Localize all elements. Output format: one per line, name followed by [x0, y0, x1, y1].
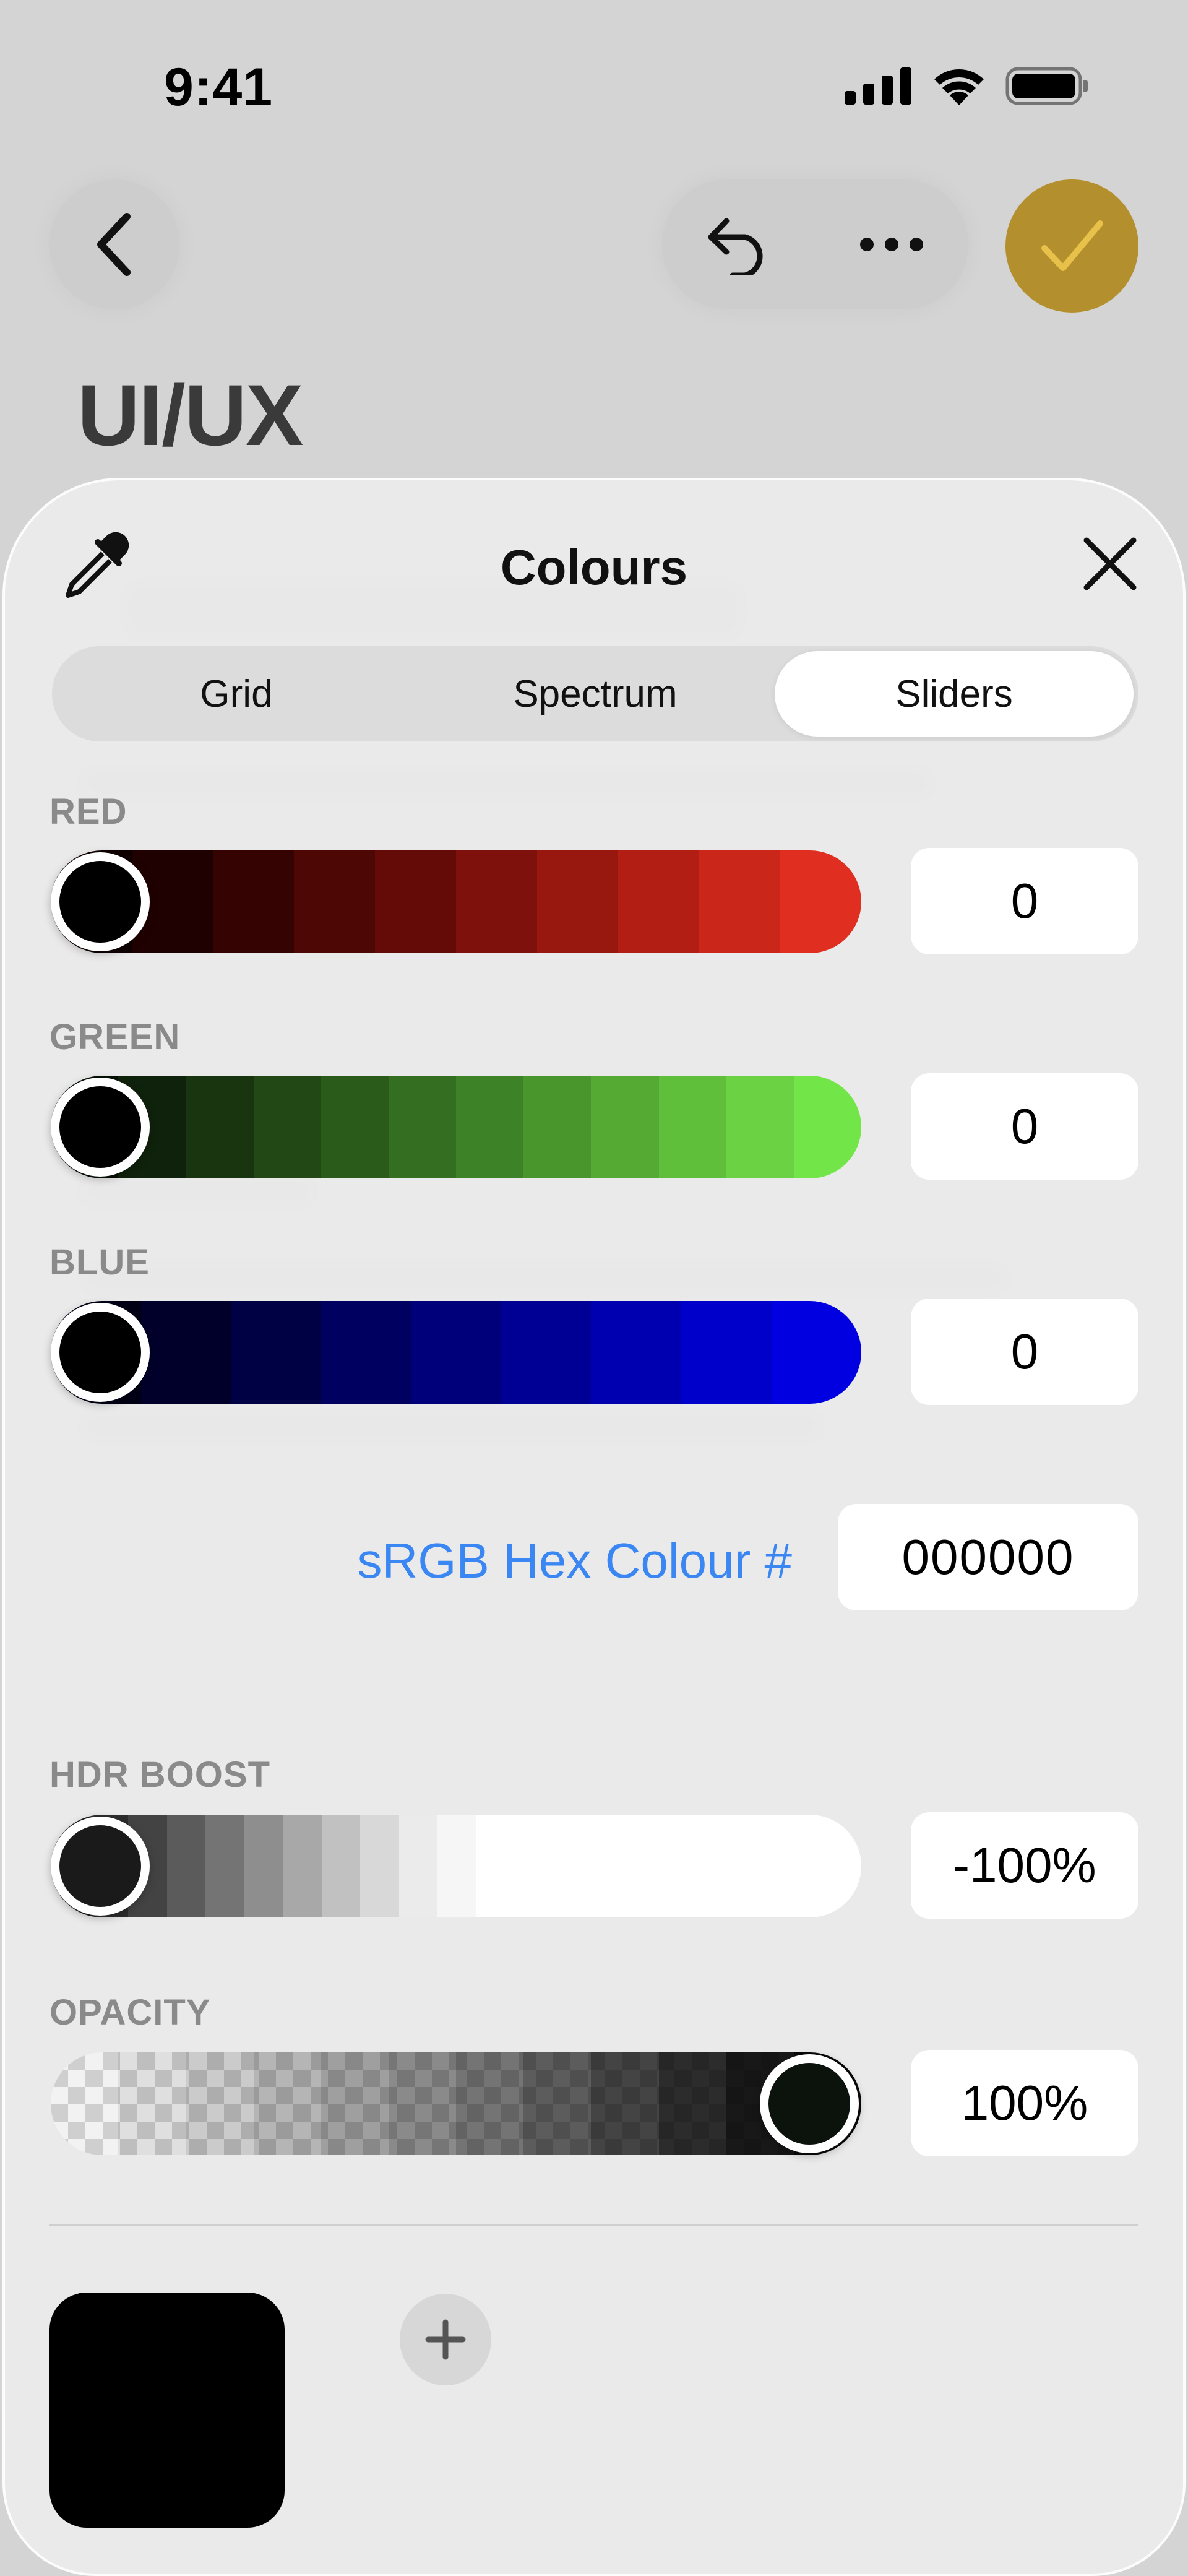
- slider-step: [321, 2052, 389, 2155]
- slider-step: [501, 1301, 592, 1404]
- blue-value-field[interactable]: 0: [911, 1299, 1138, 1405]
- opacity-slider-track: [51, 2052, 861, 2155]
- undo-button[interactable]: [683, 189, 794, 300]
- slider-step: [244, 1815, 283, 1917]
- green-slider[interactable]: [51, 1076, 861, 1178]
- hdr-boost-slider-thumb[interactable]: [51, 1817, 150, 1916]
- more-button[interactable]: [836, 189, 947, 300]
- slider-step: [523, 2052, 592, 2155]
- opacity-slider[interactable]: [51, 2052, 861, 2155]
- hex-value-field[interactable]: 000000: [838, 1504, 1138, 1610]
- slider-step: [658, 1076, 726, 1178]
- chevron-left-icon: [97, 213, 131, 276]
- slider-step: [591, 2052, 659, 2155]
- back-button[interactable]: [50, 179, 179, 309]
- slider-step: [437, 1815, 476, 1917]
- sheet-divider: [50, 2224, 1138, 2226]
- slider-step: [388, 1076, 457, 1178]
- red-label: RED: [50, 792, 127, 832]
- slider-step: [140, 1301, 231, 1404]
- slider-step: [476, 1815, 515, 1917]
- slider-step: [411, 1301, 501, 1404]
- status-bar: 9:41: [0, 0, 1188, 161]
- slider-step: [294, 850, 375, 953]
- slider-step: [118, 2052, 186, 2155]
- slider-step: [793, 1076, 861, 1178]
- slider-step: [681, 1301, 772, 1404]
- slider-step: [771, 1301, 861, 1404]
- green-value-field[interactable]: 0: [911, 1073, 1138, 1180]
- nav-actions: [662, 179, 968, 309]
- slider-step: [321, 1815, 360, 1917]
- slider-step: [51, 2052, 118, 2155]
- current-colour-swatch[interactable]: [50, 2293, 285, 2528]
- undo-icon: [708, 218, 763, 275]
- sheet-title: Colours: [500, 540, 688, 595]
- sheet-header: Colours: [5, 480, 1183, 629]
- cellular-signal-icon: [845, 67, 911, 105]
- slider-step: [253, 1076, 321, 1178]
- slider-step: [591, 1076, 659, 1178]
- green-label: GREEN: [50, 1017, 181, 1057]
- red-slider-track: [51, 850, 861, 953]
- green-slider-thumb[interactable]: [51, 1078, 150, 1177]
- red-slider-thumb[interactable]: [51, 852, 150, 951]
- plus-icon: [425, 2319, 466, 2360]
- slider-step: [253, 2052, 321, 2155]
- slider-step: [375, 850, 456, 953]
- hdr-boost-label: HDR BOOST: [50, 1755, 270, 1795]
- slider-step: [456, 850, 537, 953]
- opacity-value-field[interactable]: 100%: [911, 2050, 1138, 2156]
- slider-step: [186, 2052, 254, 2155]
- slider-step: [658, 2052, 726, 2155]
- close-icon[interactable]: [1079, 533, 1141, 595]
- slider-step: [283, 1815, 322, 1917]
- slider-step: [591, 1301, 681, 1404]
- battery-icon: [1005, 67, 1088, 105]
- slider-step: [360, 1815, 399, 1917]
- page-title: UI/UX: [77, 366, 303, 464]
- done-button[interactable]: [1005, 179, 1138, 313]
- opacity-slider-thumb[interactable]: [760, 2054, 859, 2153]
- wifi-icon: [934, 69, 984, 105]
- slider-step: [166, 1815, 205, 1917]
- tab-sliders[interactable]: Sliders: [775, 651, 1134, 737]
- add-swatch-button[interactable]: [400, 2294, 491, 2385]
- hdr-boost-slider[interactable]: [51, 1815, 861, 1917]
- slider-step: [456, 2052, 524, 2155]
- slider-step: [388, 2052, 457, 2155]
- checkmark-icon: [1041, 220, 1103, 271]
- slider-step: [186, 1076, 254, 1178]
- blue-label: BLUE: [50, 1242, 150, 1282]
- slider-step: [726, 1076, 794, 1178]
- hdr-boost-value-field[interactable]: -100%: [911, 1812, 1138, 1919]
- slider-step: [213, 850, 294, 953]
- hex-label: sRGB Hex Colour #: [357, 1533, 792, 1588]
- picker-mode-tabs: Grid Spectrum Sliders: [52, 646, 1138, 741]
- slider-step: [780, 850, 861, 953]
- status-time: 9:41: [164, 58, 273, 117]
- slider-step: [321, 1076, 389, 1178]
- slider-step: [398, 1815, 437, 1917]
- ellipsis-icon: [860, 238, 924, 251]
- slider-step: [618, 850, 699, 953]
- slider-step: [699, 850, 780, 953]
- slider-step: [537, 850, 618, 953]
- slider-step: [205, 1815, 244, 1917]
- status-icons: [845, 67, 1089, 105]
- slider-step: [456, 1076, 524, 1178]
- slider-step: [523, 1076, 592, 1178]
- green-slider-track: [51, 1076, 861, 1178]
- blue-slider-thumb[interactable]: [51, 1303, 150, 1402]
- slider-step: [231, 1301, 321, 1404]
- slider-step: [321, 1301, 411, 1404]
- tab-spectrum[interactable]: Spectrum: [416, 651, 775, 737]
- blue-slider-track: [51, 1301, 861, 1404]
- tab-grid[interactable]: Grid: [57, 651, 416, 737]
- blue-slider[interactable]: [51, 1301, 861, 1404]
- red-slider[interactable]: [51, 850, 861, 953]
- opacity-label: OPACITY: [50, 1992, 211, 2033]
- red-value-field[interactable]: 0: [911, 848, 1138, 954]
